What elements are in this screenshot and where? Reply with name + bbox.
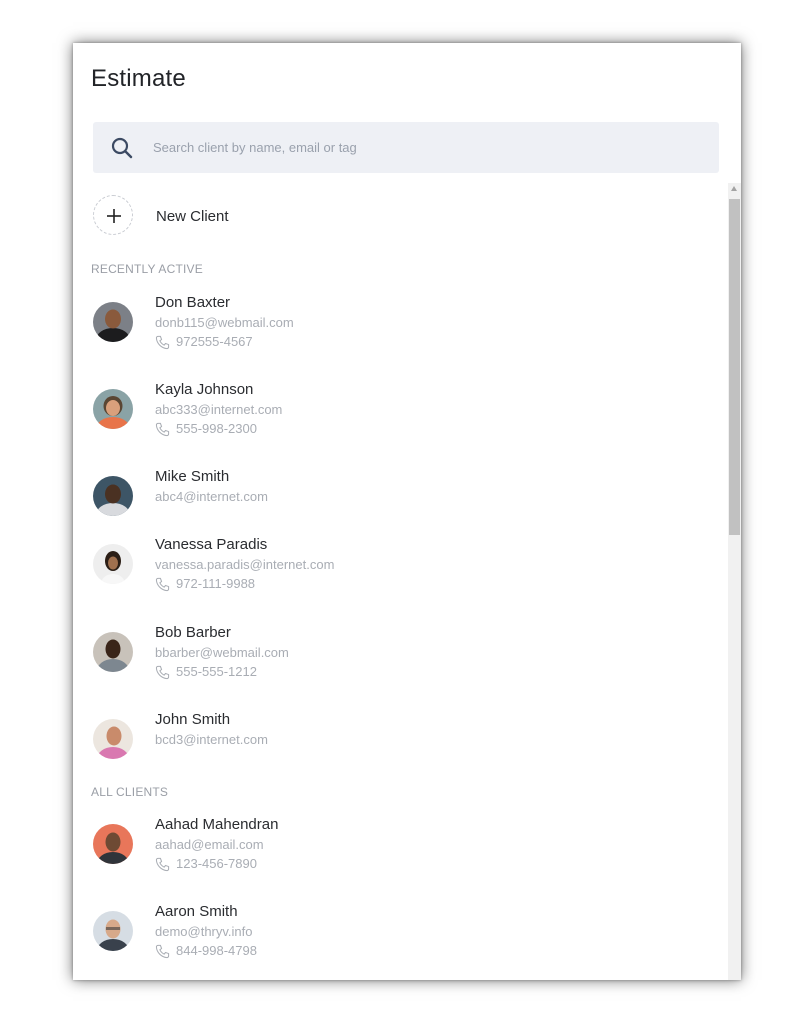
client-phone-number: 555-555-1212	[176, 664, 257, 679]
client-name: Vanessa Paradis	[155, 536, 268, 553]
avatar	[93, 476, 133, 516]
client-row-don-baxter[interactable]: Don Baxter donb115@webmail.com 972555-45…	[93, 294, 693, 372]
phone-icon	[155, 335, 170, 353]
new-client-label: New Client	[156, 208, 229, 225]
client-name: Mike Smith	[155, 468, 230, 485]
estimate-panel: Estimate New Client RECENTLY ACTIVE	[73, 43, 741, 980]
client-email: vanessa.paradis@internet.com	[155, 557, 335, 572]
client-row-aaron-smith[interactable]: Aaron Smith demo@thryv.info 844-998-4798	[93, 903, 693, 980]
scrollbar-thumb[interactable]	[729, 199, 740, 535]
avatar	[93, 544, 133, 584]
plus-icon	[93, 195, 133, 235]
new-client-button[interactable]: New Client	[93, 195, 393, 239]
client-row-bob-barber[interactable]: Bob Barber bbarber@webmail.com 555-555-1…	[93, 624, 693, 702]
avatar	[93, 389, 133, 429]
client-phone-number: 555-998-2300	[176, 421, 257, 436]
avatar	[93, 824, 133, 864]
avatar	[93, 911, 133, 951]
client-name: John Smith	[155, 711, 231, 728]
client-phone-number: 972-111-9988	[176, 576, 256, 591]
avatar	[93, 719, 133, 759]
client-phone-number: 972555-4567	[176, 334, 253, 349]
client-name: Bob Barber	[155, 624, 231, 641]
phone-icon	[155, 857, 170, 875]
client-row-vanessa-paradis[interactable]: Vanessa Paradis vanessa.paradis@internet…	[93, 536, 693, 614]
section-label-recently-active: RECENTLY ACTIVE	[91, 262, 203, 276]
client-name: Don Baxter	[155, 294, 231, 311]
phone-icon	[155, 944, 170, 962]
client-email: aahad@email.com	[155, 837, 264, 852]
client-email: bcd3@internet.com	[155, 732, 268, 747]
avatar	[93, 632, 133, 672]
client-email: bbarber@webmail.com	[155, 645, 289, 660]
client-name: Aaron Smith	[155, 903, 238, 920]
client-name: Kayla Johnson	[155, 381, 254, 398]
section-label-all-clients: ALL CLIENTS	[91, 785, 169, 799]
search-icon	[110, 136, 134, 160]
client-phone-number: 123-456-7890	[176, 856, 257, 871]
page-title: Estimate	[91, 65, 186, 92]
search-input[interactable]	[153, 122, 693, 173]
client-row-aahad-mahendran[interactable]: Aahad Mahendran aahad@email.com 123-456-…	[93, 816, 693, 894]
scrollbar[interactable]	[728, 183, 741, 980]
search-bar[interactable]	[93, 122, 719, 173]
phone-icon	[155, 665, 170, 683]
client-email: abc4@internet.com	[155, 489, 268, 504]
phone-icon	[155, 577, 170, 595]
scroll-up-arrow-icon[interactable]	[731, 186, 737, 191]
client-phone-number: 844-998-4798	[176, 943, 257, 958]
client-row-kayla-johnson[interactable]: Kayla Johnson abc333@internet.com 555-99…	[93, 381, 693, 459]
client-email: donb115@webmail.com	[155, 315, 294, 330]
client-row-john-smith[interactable]: John Smith bcd3@internet.com	[93, 711, 693, 789]
phone-icon	[155, 422, 170, 440]
client-email: abc333@internet.com	[155, 402, 283, 417]
client-name: Aahad Mahendran	[155, 816, 279, 833]
avatar	[93, 302, 133, 342]
client-email: demo@thryv.info	[155, 924, 253, 939]
